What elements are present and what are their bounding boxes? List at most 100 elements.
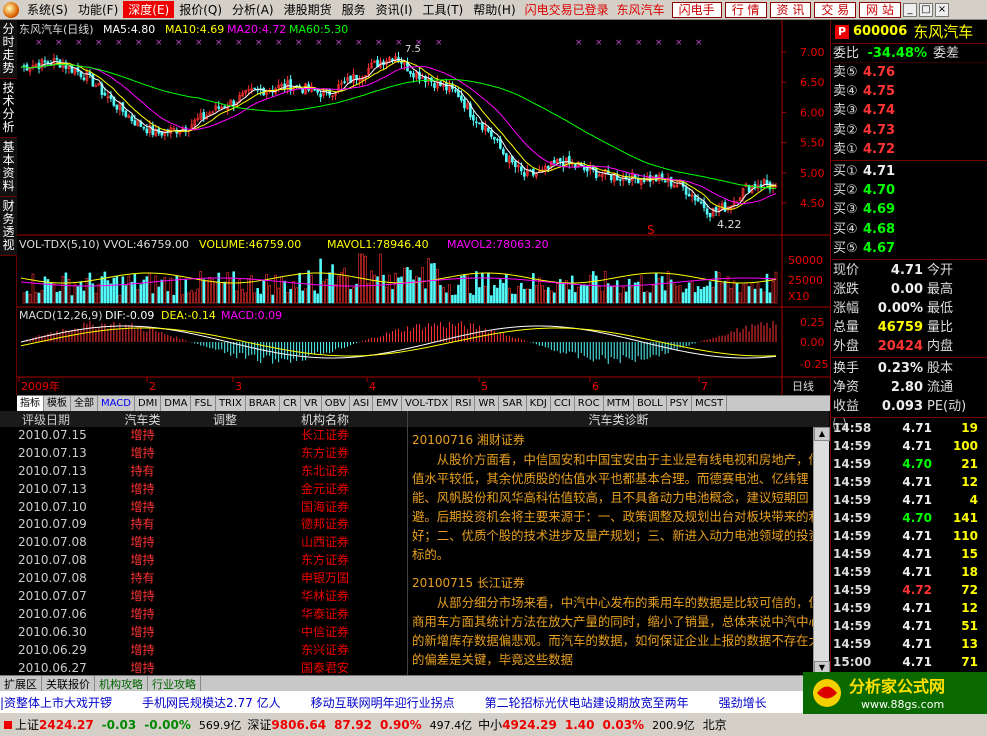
- signal-marker-icon: ×: [35, 38, 43, 48]
- table-row[interactable]: 2010.07.13 持有 东北证券: [0, 463, 407, 481]
- menu-item-3[interactable]: 报价(Q): [174, 1, 227, 18]
- top-button-4[interactable]: 网 站: [859, 1, 901, 18]
- menu-item-1[interactable]: 功能(F): [73, 1, 123, 18]
- sz-value: 9806.64: [271, 717, 327, 732]
- rating-date: 2010.07.13: [18, 481, 87, 496]
- ask-row[interactable]: 卖② 4.73: [831, 121, 987, 140]
- indicator-tab-7[interactable]: TRIX: [216, 396, 246, 411]
- kline-chart[interactable]: 7.00 6.50 6.00 5.50 5.00 4.50 东风汽车(日线) MA5:4.80…: [17, 20, 830, 395]
- indicator-tab-14[interactable]: VOL-TDX: [402, 396, 453, 411]
- left-tab-1[interactable]: 技术分析: [0, 79, 17, 138]
- table-row[interactable]: 2010.07.09 持有 德邦证券: [0, 516, 407, 534]
- ticker-item[interactable]: 第二轮招标光伏电站建设期放宽至两年: [485, 694, 689, 711]
- bid-row[interactable]: 买① 4.71: [831, 162, 987, 181]
- menu-item-4[interactable]: 分析(A): [227, 1, 279, 18]
- signal-marker-icon: ×: [335, 38, 343, 48]
- minimize-icon[interactable]: _: [903, 2, 917, 17]
- indicator-tab-24[interactable]: MCST: [692, 396, 728, 411]
- bottom-tab-1[interactable]: 关联报价: [42, 675, 95, 692]
- ask-row[interactable]: 卖⑤ 4.76: [831, 63, 987, 82]
- indicator-tab-20[interactable]: ROC: [575, 396, 604, 411]
- top-button-3[interactable]: 交 易: [814, 1, 857, 18]
- indicator-tab-0[interactable]: 指标: [17, 396, 44, 411]
- indicator-tab-15[interactable]: RSI: [452, 396, 476, 411]
- restore-icon[interactable]: □: [919, 2, 933, 17]
- bid-row[interactable]: 买② 4.70: [831, 181, 987, 200]
- top-button-0[interactable]: 闪电手: [671, 1, 722, 18]
- ticker-item[interactable]: |资整体上市大戏开锣: [0, 694, 112, 711]
- indicator-tab-22[interactable]: BOLL: [634, 396, 667, 411]
- menu-item-9[interactable]: 帮助(H): [468, 1, 520, 18]
- ask-row[interactable]: 卖① 4.72: [831, 140, 987, 159]
- indicator-tab-3[interactable]: MACD: [98, 396, 135, 411]
- bid-row[interactable]: 买⑤ 4.67: [831, 239, 987, 258]
- ask-row[interactable]: 卖③ 4.74: [831, 101, 987, 120]
- table-row[interactable]: 2010.07.08 持有 申银万国: [0, 570, 407, 588]
- candle-body: [696, 198, 700, 202]
- indicator-tab-12[interactable]: ASI: [350, 396, 374, 411]
- menu-item-0[interactable]: 系统(S): [22, 1, 73, 18]
- indicator-tab-17[interactable]: SAR: [499, 396, 527, 411]
- header-rating[interactable]: 汽车类: [100, 411, 185, 427]
- indicator-tab-1[interactable]: 模板: [44, 396, 71, 411]
- table-row[interactable]: 2010.07.13 增持 金元证券: [0, 481, 407, 499]
- table-row[interactable]: 2010.07.07 增持 华林证券: [0, 588, 407, 606]
- table-row[interactable]: 2010.06.29 增持 东兴证券: [0, 642, 407, 660]
- table-row[interactable]: 2010.06.30 增持 中信证券: [0, 624, 407, 642]
- scroll-up-icon[interactable]: ▲: [814, 427, 830, 441]
- table-row[interactable]: 2010.07.08 增持 山西证券: [0, 534, 407, 552]
- candle-body: [618, 179, 622, 181]
- indicator-tab-10[interactable]: VR: [301, 396, 322, 411]
- table-row[interactable]: 2010.07.15 增持 长江证券: [0, 427, 407, 445]
- header-date[interactable]: 评级日期: [0, 411, 100, 427]
- indicator-tab-4[interactable]: DMI: [135, 396, 162, 411]
- table-row[interactable]: 2010.07.10 增持 国海证券: [0, 499, 407, 517]
- menu-item-2[interactable]: 深度(E): [123, 1, 175, 18]
- ticker-item[interactable]: 移动互联网明年迎行业拐点: [311, 694, 455, 711]
- indicator-tab-2[interactable]: 全部: [71, 396, 98, 411]
- indicator-tab-9[interactable]: CR: [280, 396, 301, 411]
- rating-org: 申银万国: [300, 571, 349, 586]
- header-adjust[interactable]: 调整: [185, 411, 265, 427]
- ticker-item[interactable]: 强劲增长: [719, 694, 767, 711]
- menu-item-8[interactable]: 工具(T): [418, 1, 469, 18]
- bid-row[interactable]: 买③ 4.69: [831, 200, 987, 219]
- menu-item-5[interactable]: 港股期货: [279, 1, 337, 18]
- bottom-tab-0[interactable]: 扩展区: [0, 675, 42, 692]
- period-label[interactable]: 日线: [792, 379, 814, 393]
- menu-item-6[interactable]: 服务: [337, 1, 371, 18]
- header-org[interactable]: 机构名称: [265, 411, 385, 427]
- indicator-tab-13[interactable]: EMV: [373, 396, 402, 411]
- diagnosis-scrollbar[interactable]: ▲ ▼: [813, 427, 830, 675]
- table-row[interactable]: 2010.07.08 增持 东方证券: [0, 552, 407, 570]
- diagnosis-title-2: 20100715 长江证券: [412, 576, 525, 590]
- rating-value: 增持: [130, 660, 155, 675]
- bottom-tab-3[interactable]: 行业攻略: [148, 675, 201, 692]
- rating-value: 增持: [130, 428, 155, 442]
- month-label: 2: [149, 380, 156, 393]
- indicator-tab-19[interactable]: CCI: [551, 396, 575, 411]
- top-button-1[interactable]: 行 情: [724, 1, 767, 18]
- bid-row[interactable]: 买④ 4.68: [831, 220, 987, 239]
- indicator-tab-21[interactable]: MTM: [604, 396, 634, 411]
- indicator-tab-8[interactable]: BRAR: [246, 396, 280, 411]
- indicator-tab-11[interactable]: OBV: [322, 396, 350, 411]
- indicator-tab-18[interactable]: KDJ: [527, 396, 551, 411]
- stock-link[interactable]: 东风汽车: [613, 1, 669, 18]
- table-row[interactable]: 2010.07.13 增持 东方证券: [0, 445, 407, 463]
- ask-row[interactable]: 卖④ 4.75: [831, 82, 987, 101]
- ticker-item[interactable]: 手机网民规模达2.77 亿人: [142, 694, 281, 711]
- left-tab-0[interactable]: 分时走势: [0, 20, 17, 79]
- menu-item-7[interactable]: 资讯(I): [371, 1, 418, 18]
- table-row[interactable]: 2010.06.27 增持 国泰君安: [0, 660, 407, 675]
- close-icon[interactable]: ×: [935, 2, 949, 17]
- left-tab-2[interactable]: 基本资料: [0, 138, 17, 197]
- indicator-tab-5[interactable]: DMA: [161, 396, 192, 411]
- indicator-tab-6[interactable]: FSL: [191, 396, 216, 411]
- bottom-tab-2[interactable]: 机构攻略: [95, 675, 148, 692]
- table-row[interactable]: 2010.07.06 增持 华泰证券: [0, 606, 407, 624]
- indicator-tab-23[interactable]: PSY: [667, 396, 693, 411]
- left-tab-3[interactable]: 财务透视: [0, 197, 17, 256]
- top-button-2[interactable]: 资 讯: [769, 1, 812, 18]
- indicator-tab-16[interactable]: WR: [475, 396, 500, 411]
